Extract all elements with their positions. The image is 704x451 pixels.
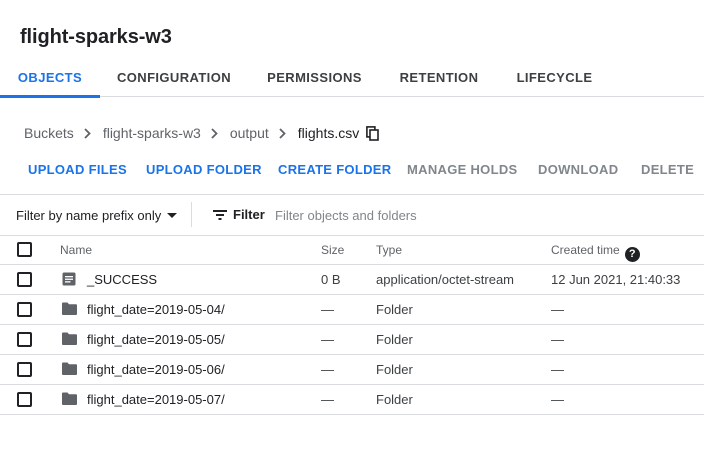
row-type: Folder [376,392,413,407]
breadcrumb-buckets[interactable]: Buckets [24,125,74,141]
row-checkbox[interactable] [17,362,32,377]
manage-holds-button[interactable]: MANAGE HOLDS [407,160,518,180]
filter-mode-label: Filter by name prefix only [16,207,162,223]
copy-icon[interactable] [366,125,380,141]
row-created: — [551,302,564,317]
folder-icon [62,302,77,316]
tab-objects[interactable]: OBJECTS [0,58,100,98]
filter-input[interactable] [275,204,695,226]
breadcrumb: Buckets flight-sparks-w3 output flights.… [24,123,380,143]
row-name[interactable]: _SUCCESS [87,265,157,294]
row-checkbox[interactable] [17,272,32,287]
column-header-size[interactable]: Size [321,236,344,264]
row-checkbox[interactable] [17,392,32,407]
row-name[interactable]: flight_date=2019-05-06/ [87,355,225,384]
breadcrumb-bucket[interactable]: flight-sparks-w3 [103,125,201,141]
tab-bar: OBJECTS CONFIGURATION PERMISSIONS RETENT… [0,58,704,98]
filter-divider [191,202,192,227]
row-created: — [551,332,564,347]
row-size: 0 B [321,272,341,287]
filter-label: Filter [233,207,265,222]
filter-mode-dropdown[interactable]: Filter by name prefix only [16,205,178,225]
tab-retention[interactable]: RETENTION [390,58,488,97]
help-icon[interactable]: ? [624,247,640,262]
breadcrumb-current: flights.csv [297,125,360,141]
row-type: Folder [376,302,413,317]
breadcrumb-folder[interactable]: output [230,125,269,141]
row-created: — [551,392,564,407]
table-row[interactable]: flight_date=2019-05-06/ — Folder — [0,355,704,385]
row-checkbox[interactable] [17,332,32,347]
row-name[interactable]: flight_date=2019-05-05/ [87,325,225,354]
filter-icon [212,207,228,223]
chevron-right-icon [211,123,219,143]
row-created: 12 Jun 2021, 21:40:33 [551,272,681,287]
chevron-right-icon [84,123,92,143]
tab-lifecycle[interactable]: LIFECYCLE [508,58,601,97]
row-checkbox[interactable] [17,302,32,317]
upload-files-button[interactable]: UPLOAD FILES [28,160,127,180]
tab-permissions[interactable]: PERMISSIONS [258,58,371,97]
action-bar: UPLOAD FILES UPLOAD FOLDER CREATE FOLDER… [0,160,704,180]
folder-icon [62,392,77,406]
table-row[interactable]: _SUCCESS 0 B application/octet-stream 12… [0,265,704,295]
row-type: Folder [376,362,413,377]
table-row[interactable]: flight_date=2019-05-05/ — Folder — [0,325,704,355]
row-created: — [551,362,564,377]
delete-button[interactable]: DELETE [641,160,694,180]
caret-down-icon [167,212,178,218]
column-header-type[interactable]: Type [376,236,402,264]
table-row[interactable]: flight_date=2019-05-07/ — Folder — [0,385,704,415]
select-all-checkbox[interactable] [17,242,32,257]
tab-configuration[interactable]: CONFIGURATION [108,58,240,97]
folder-icon [62,362,77,376]
row-name[interactable]: flight_date=2019-05-04/ [87,295,225,324]
row-type: application/octet-stream [376,272,515,287]
row-size: — [321,332,334,347]
upload-folder-button[interactable]: UPLOAD FOLDER [146,160,262,180]
create-folder-button[interactable]: CREATE FOLDER [278,160,391,180]
row-size: — [321,362,334,377]
column-header-name[interactable]: Name [60,236,92,264]
column-header-created[interactable]: Created time? [551,236,640,264]
row-type: Folder [376,332,413,347]
chevron-right-icon [279,123,287,143]
file-icon [62,272,76,286]
folder-icon [62,332,77,346]
divider [0,194,704,195]
row-size: — [321,302,334,317]
row-name[interactable]: flight_date=2019-05-07/ [87,385,225,414]
download-button[interactable]: DOWNLOAD [538,160,618,180]
page-title: flight-sparks-w3 [20,26,172,48]
table-header: Name Size Type Created time? [0,235,704,265]
column-header-created-label: Created time [551,243,620,257]
table-row[interactable]: flight_date=2019-05-04/ — Folder — [0,295,704,325]
row-size: — [321,392,334,407]
